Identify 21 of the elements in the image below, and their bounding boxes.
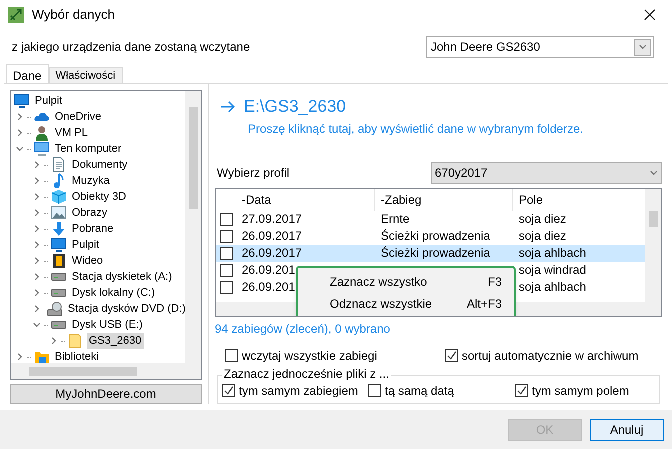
table-cell: 26.09.201 — [242, 263, 296, 277]
table-cell: 26.09.2017 — [242, 246, 302, 260]
table-cell: 27.09.2017 — [242, 212, 302, 226]
device-label: z jakiego urządzenia dane zostaną wczytane — [12, 39, 250, 56]
table-cell: soja ahlbach — [519, 246, 586, 260]
task-count: 94 zabiegów (zleceń), 0 wybrano — [215, 320, 392, 338]
profile-label: Wybierz profil — [216, 164, 291, 182]
table-cell: Ścieżki prowadzenia — [381, 229, 490, 243]
table-cell: soja ahlbach — [519, 280, 586, 294]
table-cell: soja windrad — [519, 263, 586, 277]
table-cell: Ernte — [381, 212, 410, 226]
table-cell: soja diez — [519, 229, 566, 243]
folder-path: E:\GS3_2630 — [244, 96, 346, 118]
shortcut-label: F3 — [488, 274, 502, 290]
table-cell: 26.09.201 — [242, 280, 296, 294]
group-title: Zaznacz jednocześnie pliki z ... — [222, 366, 392, 381]
table-cell: 26.09.2017 — [242, 229, 302, 243]
table-cell: soja diez — [519, 212, 566, 226]
table-cell: Ścieżki prowadzenia — [381, 246, 490, 260]
shortcut-label: Alt+F3 — [466, 296, 502, 312]
window-title: Wybór danych — [32, 6, 115, 24]
